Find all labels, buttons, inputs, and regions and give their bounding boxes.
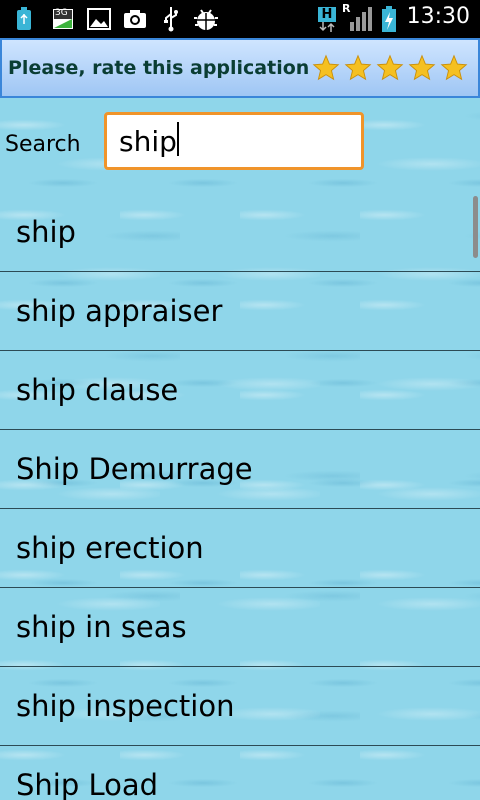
list-item-label: ship appraiser: [16, 294, 223, 328]
list-item-label: ship in seas: [16, 610, 187, 644]
image-icon: [86, 6, 112, 32]
list-item[interactable]: ship appraiser: [0, 272, 480, 351]
list-item-label: ship clause: [16, 373, 179, 407]
roaming-label: R: [342, 2, 351, 15]
star-icon[interactable]: [408, 54, 436, 82]
list-item-label: ship inspection: [16, 689, 235, 723]
list-item-label: Ship Load: [16, 768, 159, 800]
list-item[interactable]: Ship Load: [0, 746, 480, 800]
android-debug-icon: [193, 6, 219, 32]
network-type-label: H: [317, 6, 337, 22]
3g-label: 3G: [55, 8, 68, 18]
status-time: 13:30: [406, 4, 470, 29]
search-row: Search: [0, 98, 480, 192]
search-label: Search: [5, 132, 81, 157]
list-item[interactable]: ship in seas: [0, 588, 480, 667]
usb-icon: [160, 6, 182, 32]
list-item[interactable]: ship erection: [0, 509, 480, 588]
list-item-label: ship: [16, 215, 76, 249]
list-item-label: Ship Demurrage: [16, 452, 253, 486]
text-caret: [177, 122, 179, 156]
battery-charging-icon: [380, 6, 398, 32]
star-icon[interactable]: [440, 54, 468, 82]
signal-icon: R: [342, 2, 376, 32]
rate-app-text: Please, rate this application: [8, 57, 310, 79]
list-item-label: ship erection: [16, 531, 204, 565]
star-icon[interactable]: [376, 54, 404, 82]
scrollbar[interactable]: [473, 196, 478, 258]
rating-stars[interactable]: [312, 54, 468, 82]
3g-data-icon: 3G: [52, 6, 74, 32]
usb-debug-icon: [14, 6, 34, 32]
list-item[interactable]: ship clause: [0, 351, 480, 430]
list-item[interactable]: Ship Demurrage: [0, 430, 480, 509]
star-icon[interactable]: [312, 54, 340, 82]
list-item[interactable]: ship: [0, 193, 480, 272]
content-area: Search ship ship appraiser ship clause Ship…: [0, 98, 480, 800]
search-input[interactable]: [104, 112, 364, 170]
list-item[interactable]: ship inspection: [0, 667, 480, 746]
results-list[interactable]: ship ship appraiser ship clause Ship Demurr…: [0, 193, 480, 800]
camera-icon: [122, 6, 148, 32]
status-bar: 3G H R 13:30: [0, 0, 480, 38]
star-icon[interactable]: [344, 54, 372, 82]
network-h-icon: H: [316, 6, 338, 32]
rate-app-banner[interactable]: Please, rate this application: [0, 38, 480, 98]
